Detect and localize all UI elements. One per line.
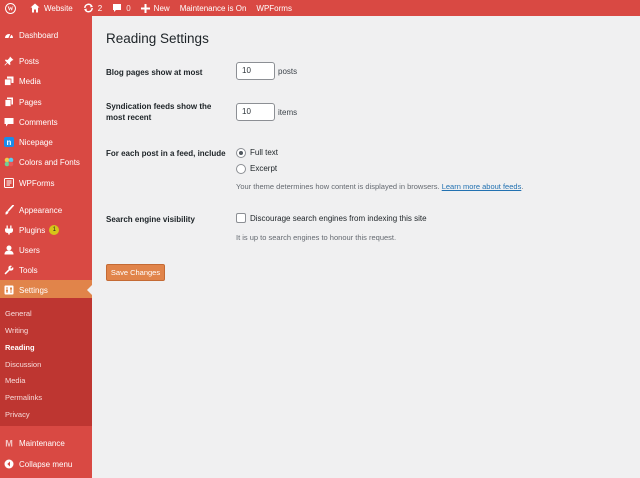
svg-text:M: M bbox=[5, 439, 13, 448]
sidebar-item-label: Nicepage bbox=[19, 137, 53, 147]
sidebar-item-tools[interactable]: Tools bbox=[0, 260, 92, 280]
save-changes-button[interactable]: Save Changes bbox=[106, 264, 165, 281]
maintenance-icon: M bbox=[4, 438, 14, 448]
sidebar-item-label: Dashboard bbox=[19, 30, 59, 40]
settings-submenu: General Writing Reading Discussion Media… bbox=[0, 298, 92, 426]
sidebar-item-nicepage[interactable]: n Nicepage bbox=[0, 132, 92, 152]
learn-more-feeds-link[interactable]: Learn more about feeds bbox=[442, 182, 522, 191]
settings-icon bbox=[4, 285, 14, 295]
sidebar-item-label: Maintenance bbox=[19, 438, 65, 448]
plus-icon bbox=[140, 3, 150, 13]
media-icon bbox=[4, 76, 14, 86]
sidebar-item-comments[interactable]: Comments bbox=[0, 112, 92, 132]
submenu-item-writing[interactable]: Writing bbox=[5, 326, 28, 335]
dashboard-icon bbox=[4, 30, 14, 40]
brush-icon bbox=[4, 205, 14, 215]
collapse-menu-label: Collapse menu bbox=[19, 459, 73, 469]
syndication-feeds-label: Syndication feeds show the most recent bbox=[106, 102, 212, 122]
submenu-item-general[interactable]: General bbox=[5, 309, 32, 318]
comment-icon bbox=[4, 117, 14, 127]
submenu-item-privacy[interactable]: Privacy bbox=[5, 410, 30, 419]
updates-count: 2 bbox=[97, 3, 103, 13]
admin-bar: W Website 2 0 New Maintenance is On WPFo… bbox=[0, 0, 640, 16]
sidebar-item-label: Media bbox=[19, 76, 41, 86]
wpforms-label: WPForms bbox=[256, 3, 292, 13]
sidebar-item-settings[interactable]: Settings bbox=[0, 280, 92, 300]
svg-text:W: W bbox=[7, 6, 13, 12]
sidebar-item-posts[interactable]: Posts bbox=[0, 51, 92, 71]
wpforms-link[interactable]: WPForms bbox=[251, 0, 297, 16]
comments-link[interactable]: 0 bbox=[107, 0, 135, 16]
sidebar-item-label: Users bbox=[19, 245, 40, 255]
search-visibility-label: Search engine visibility bbox=[106, 215, 195, 224]
site-name: Website bbox=[44, 3, 73, 13]
feed-description-tail: . bbox=[521, 182, 524, 191]
user-icon bbox=[4, 245, 14, 255]
svg-text:n: n bbox=[7, 138, 12, 147]
maintenance-status: Maintenance is On bbox=[179, 3, 247, 13]
palette-icon bbox=[4, 157, 14, 167]
sidebar-item-label: Settings bbox=[19, 285, 48, 295]
feed-description: Your theme determines how content is dis… bbox=[236, 182, 523, 191]
page-title: Reading Settings bbox=[106, 31, 209, 46]
plugin-icon bbox=[4, 225, 14, 235]
search-visibility-description: It is up to search engines to honour thi… bbox=[236, 233, 397, 242]
sidebar-item-appearance[interactable]: Appearance bbox=[0, 200, 92, 220]
sidebar-item-label: Comments bbox=[19, 117, 58, 127]
admin-sidebar: Dashboard Posts Media Pages Comments n N… bbox=[0, 16, 92, 478]
submenu-item-discussion[interactable]: Discussion bbox=[5, 360, 41, 369]
pin-icon bbox=[4, 56, 14, 66]
sidebar-item-label: Pages bbox=[19, 97, 42, 107]
feed-full-text-radio[interactable] bbox=[236, 148, 246, 158]
feed-description-text: Your theme determines how content is dis… bbox=[236, 182, 440, 191]
feed-full-text-label[interactable]: Full text bbox=[250, 148, 278, 157]
comments-count: 0 bbox=[126, 3, 131, 13]
sidebar-item-colors-and-fonts[interactable]: Colors and Fonts bbox=[0, 152, 92, 172]
blog-pages-label: Blog pages show at most bbox=[106, 68, 203, 77]
updates-icon bbox=[83, 3, 94, 13]
sidebar-item-label: Tools bbox=[19, 265, 38, 275]
sidebar-item-plugins[interactable]: Plugins 1 bbox=[0, 220, 92, 240]
discourage-search-label[interactable]: Discourage search engines from indexing … bbox=[250, 214, 427, 223]
feed-excerpt-label[interactable]: Excerpt bbox=[250, 164, 277, 173]
new-content-link[interactable]: New bbox=[136, 0, 175, 16]
sidebar-item-users[interactable]: Users bbox=[0, 240, 92, 260]
maintenance-status-link[interactable]: Maintenance is On bbox=[175, 0, 252, 16]
collapse-menu-button[interactable]: Collapse menu bbox=[0, 454, 92, 474]
sidebar-item-pages[interactable]: Pages bbox=[0, 92, 92, 112]
nicepage-icon: n bbox=[4, 137, 14, 147]
blog-pages-input[interactable]: 10 bbox=[236, 62, 275, 80]
site-name-link[interactable]: Website bbox=[25, 0, 78, 16]
sidebar-item-label: Posts bbox=[19, 56, 40, 66]
discourage-search-checkbox[interactable] bbox=[236, 213, 246, 223]
feed-content-label: For each post in a feed, include bbox=[106, 149, 226, 158]
new-label: New bbox=[153, 3, 170, 13]
syndication-feeds-suffix: items bbox=[278, 108, 298, 117]
comment-bubble-icon bbox=[112, 3, 122, 13]
form-icon bbox=[4, 178, 14, 188]
plugins-update-badge: 1 bbox=[49, 225, 60, 235]
sidebar-item-label: Plugins bbox=[19, 225, 46, 235]
blog-pages-suffix: posts bbox=[278, 67, 298, 76]
updates-link[interactable]: 2 bbox=[78, 0, 107, 16]
sidebar-item-label: Appearance bbox=[19, 205, 63, 215]
sidebar-item-label: WPForms bbox=[19, 178, 55, 188]
syndication-feeds-input[interactable]: 10 bbox=[236, 103, 275, 121]
sidebar-item-maintenance[interactable]: M Maintenance bbox=[0, 433, 92, 453]
submenu-item-reading[interactable]: Reading bbox=[5, 343, 35, 352]
sidebar-item-media[interactable]: Media bbox=[0, 71, 92, 91]
feed-excerpt-radio[interactable] bbox=[236, 164, 246, 174]
collapse-arrow-icon bbox=[4, 459, 14, 469]
sidebar-item-label: Colors and Fonts bbox=[19, 157, 80, 167]
sidebar-item-dashboard[interactable]: Dashboard bbox=[0, 25, 92, 45]
sidebar-item-wpforms[interactable]: WPForms bbox=[0, 173, 92, 193]
submenu-item-media[interactable]: Media bbox=[5, 376, 25, 385]
wordpress-logo-button[interactable]: W bbox=[0, 0, 25, 16]
pages-icon bbox=[4, 97, 14, 107]
home-icon bbox=[30, 3, 40, 13]
submenu-item-permalinks[interactable]: Permalinks bbox=[5, 393, 42, 402]
wrench-icon bbox=[4, 265, 14, 275]
wordpress-icon: W bbox=[5, 2, 16, 14]
